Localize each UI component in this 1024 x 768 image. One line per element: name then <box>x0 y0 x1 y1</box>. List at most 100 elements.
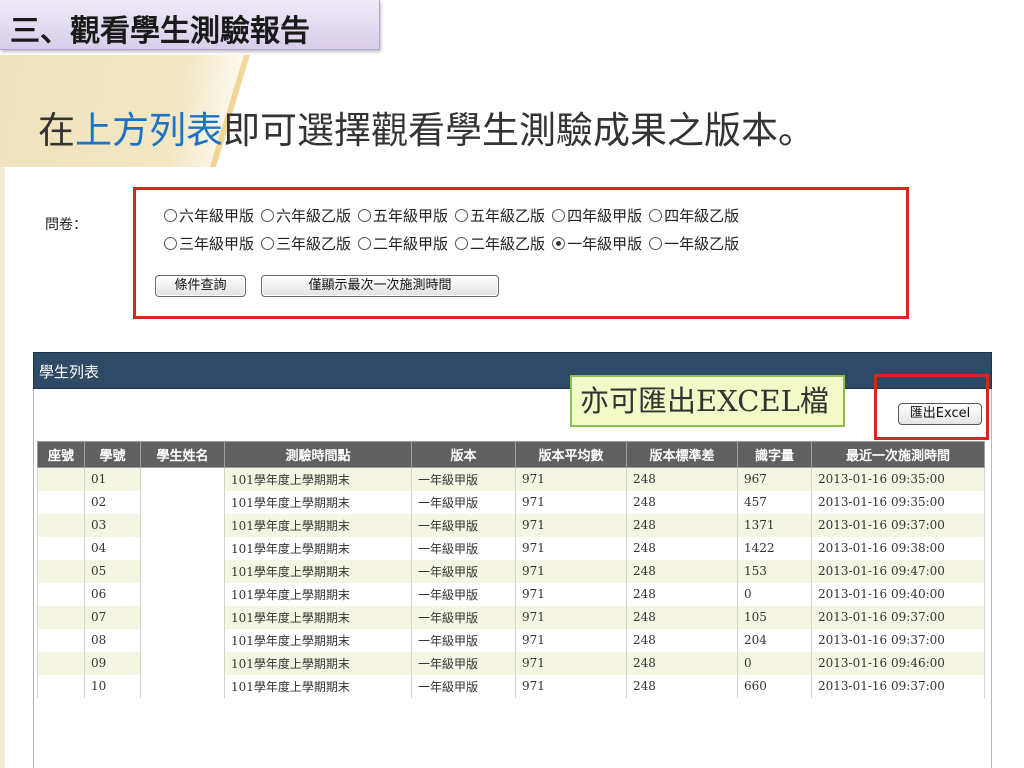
table-row: 08 101學年度上學期期末 一年級甲版 971 248 204 2013-01-16 09… <box>37 628 985 652</box>
radio-empty-icon[interactable] <box>164 209 177 222</box>
table-row: 02 101學年度上學期期末 一年級甲版 971 248 457 2013-01-16 09… <box>37 490 985 514</box>
radio-empty-icon[interactable] <box>455 209 469 222</box>
table-cell: 一年級甲版 <box>411 490 516 514</box>
table-cell: 248 <box>626 651 738 675</box>
radio-label: 三年級甲版 <box>179 235 255 253</box>
table-cell: 101學年度上學期期末 <box>224 674 412 698</box>
radio-option[interactable]: 四年級乙版 <box>649 205 739 226</box>
radio-label: 三年級乙版 <box>276 235 352 253</box>
table-cell: 971 <box>515 582 627 606</box>
table-cell: 248 <box>626 536 738 560</box>
table-cell: 248 <box>626 490 738 514</box>
radio-empty-icon[interactable] <box>649 237 663 250</box>
radio-label: 四年級乙版 <box>664 207 740 225</box>
table-cell: 101學年度上學期期末 <box>224 605 412 629</box>
column-header: 識字量 <box>737 441 812 468</box>
radio-empty-icon[interactable] <box>164 237 177 250</box>
table-cell <box>140 467 225 491</box>
radio-option[interactable]: 三年級甲版 <box>164 233 254 254</box>
table-cell: 971 <box>515 628 627 652</box>
table-cell: 971 <box>515 536 627 560</box>
table-cell: 2013-01-16 09:37:00 <box>811 628 985 652</box>
radio-option[interactable]: 六年級乙版 <box>261 205 351 226</box>
student-list-header: 學生列表 <box>33 352 992 389</box>
radio-empty-icon[interactable] <box>261 237 275 250</box>
table-row: 05 101學年度上學期期末 一年級甲版 971 248 153 2013-01-16 09… <box>37 559 985 583</box>
table-cell: 2013-01-16 09:38:00 <box>811 536 985 560</box>
radio-empty-icon[interactable] <box>455 237 469 250</box>
radio-empty-icon[interactable] <box>261 209 275 222</box>
table-cell <box>140 513 225 537</box>
table-cell <box>37 582 85 606</box>
radio-empty-icon[interactable] <box>552 209 566 222</box>
radio-label: 一年級甲版 <box>567 235 643 253</box>
radio-option[interactable]: 五年級甲版 <box>358 205 448 226</box>
heading-prefix: 在 <box>38 109 75 152</box>
table-cell: 2013-01-16 09:35:00 <box>811 467 985 491</box>
table-cell <box>140 559 225 583</box>
radio-selected-icon[interactable] <box>552 237 566 250</box>
radio-option[interactable]: 六年級甲版 <box>164 205 254 226</box>
table-cell: 05 <box>84 559 141 583</box>
table-cell <box>37 605 85 629</box>
radio-option[interactable]: 二年級乙版 <box>455 233 545 254</box>
table-cell: 101學年度上學期期末 <box>224 651 412 675</box>
table-cell: 2013-01-16 09:35:00 <box>811 490 985 514</box>
heading-suffix: 即可選擇觀看學生測驗成果之版本。 <box>223 109 815 152</box>
table-cell: 248 <box>626 513 738 537</box>
radio-option[interactable]: 五年級乙版 <box>455 205 545 226</box>
radio-label: 五年級甲版 <box>373 207 449 225</box>
table-cell: 一年級甲版 <box>411 536 516 560</box>
column-header: 版本平均數 <box>515 441 627 468</box>
radio-row-2: 三年級甲版 三年級乙版 二年級甲版 二年級乙版 一年級甲版 一年級乙版 <box>164 233 746 254</box>
table-cell <box>37 674 85 698</box>
table-cell <box>37 559 85 583</box>
latest-only-button[interactable]: 僅顯示最次一次施測時間 <box>261 275 499 297</box>
radio-label: 四年級甲版 <box>567 207 643 225</box>
radio-empty-icon[interactable] <box>358 209 372 222</box>
table-cell: 一年級甲版 <box>411 674 516 698</box>
table-cell <box>37 490 85 514</box>
table-cell: 153 <box>737 559 812 583</box>
radio-label: 六年級乙版 <box>276 207 352 225</box>
table-cell: 1422 <box>737 536 812 560</box>
column-header: 版本標準差 <box>626 441 738 468</box>
table-row: 09 101學年度上學期期末 一年級甲版 971 248 0 2013-01-16 09:4… <box>37 651 985 675</box>
radio-empty-icon[interactable] <box>358 237 372 250</box>
table-cell: 971 <box>515 513 627 537</box>
table-cell: 204 <box>737 628 812 652</box>
decorative-left-line <box>0 167 5 768</box>
table-cell: 248 <box>626 559 738 583</box>
table-cell: 971 <box>515 605 627 629</box>
table-cell <box>140 605 225 629</box>
table-cell: 2013-01-16 09:46:00 <box>811 651 985 675</box>
radio-option[interactable]: 一年級甲版 <box>552 233 642 254</box>
table-cell: 04 <box>84 536 141 560</box>
table-cell <box>140 651 225 675</box>
table-row: 03 101學年度上學期期末 一年級甲版 971 248 1371 2013-01-16 0… <box>37 513 985 537</box>
radio-empty-icon[interactable] <box>649 209 663 222</box>
table-cell <box>37 651 85 675</box>
slide-title-tab: 三、觀看學生測驗報告 <box>0 0 380 50</box>
table-cell: 248 <box>626 628 738 652</box>
radio-label: 二年級甲版 <box>373 235 449 253</box>
table-cell: 10 <box>84 674 141 698</box>
table-cell: 2013-01-16 09:40:00 <box>811 582 985 606</box>
table-cell <box>140 628 225 652</box>
radio-option[interactable]: 二年級甲版 <box>358 233 448 254</box>
radio-label: 五年級乙版 <box>470 207 546 225</box>
table-cell: 248 <box>626 674 738 698</box>
radio-row-1: 六年級甲版 六年級乙版 五年級甲版 五年級乙版 四年級甲版 四年級乙版 <box>164 205 746 226</box>
radio-option[interactable]: 三年級乙版 <box>261 233 351 254</box>
radio-option[interactable]: 一年級乙版 <box>649 233 739 254</box>
radio-option[interactable]: 四年級甲版 <box>552 205 642 226</box>
table-cell: 101學年度上學期期末 <box>224 536 412 560</box>
query-button[interactable]: 條件查詢 <box>155 275 246 297</box>
export-excel-button[interactable]: 匯出Excel <box>898 403 982 425</box>
table-cell: 1371 <box>737 513 812 537</box>
table-cell <box>140 674 225 698</box>
table-cell: 06 <box>84 582 141 606</box>
table-row: 04 101學年度上學期期末 一年級甲版 971 248 1422 2013-01-16 0… <box>37 536 985 560</box>
table-body: 01 101學年度上學期期末 一年級甲版 971 248 967 2013-01-16 09… <box>37 467 985 698</box>
table-row: 07 101學年度上學期期末 一年級甲版 971 248 105 2013-01-16 09… <box>37 605 985 629</box>
